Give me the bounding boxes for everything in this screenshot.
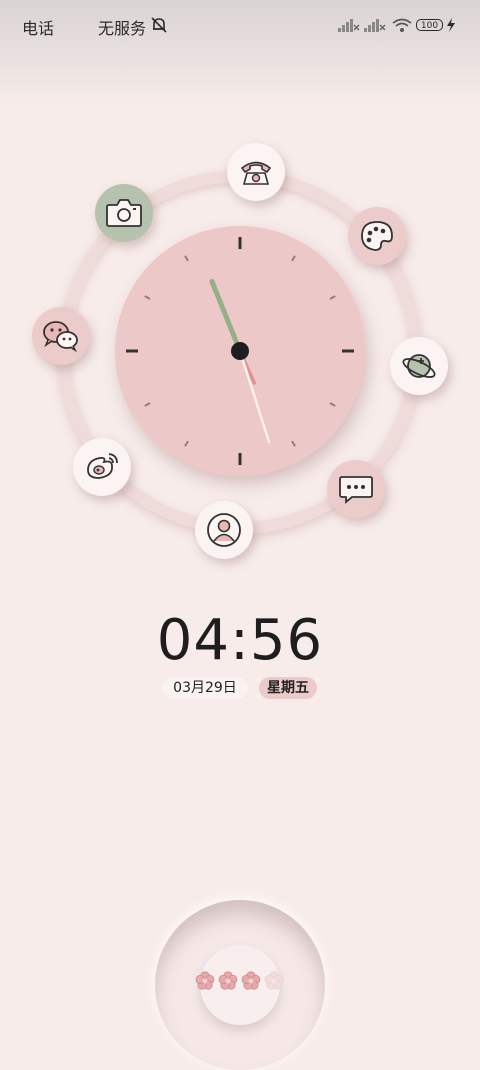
second-hand [238,349,271,444]
clock-tick [291,255,296,262]
clock-tick [329,295,336,300]
page-dot[interactable] [264,971,284,990]
weibo-icon [87,453,118,479]
page-dot[interactable] [241,971,261,990]
clock-tick [329,402,336,407]
charging-bolt-icon [447,18,455,32]
clock-tick [184,440,189,447]
digital-time: 04:56 [156,608,324,673]
wifi-icon [392,18,412,32]
carrier-label-1: 电话 [22,19,55,38]
palette-app[interactable] [348,207,406,265]
browser-app[interactable] [390,337,448,395]
status-bar: 电话 无服务 100 [0,0,480,50]
mute-bell-icon [151,17,167,33]
clock-tick [144,402,151,407]
weibo-app[interactable] [73,438,131,496]
clock-tick [184,255,189,262]
contact-icon [207,513,241,547]
phone-icon [240,161,272,185]
page-dot[interactable] [195,971,215,990]
clock-tick [144,295,151,300]
clock-center-dot [231,342,249,360]
message-icon [339,476,373,504]
wechat-app[interactable] [32,307,90,365]
signal-2-icon [364,19,386,32]
contacts-app[interactable] [195,501,253,559]
clock-tick [291,440,296,447]
planet-icon [402,354,436,378]
camera-icon [106,199,142,227]
page-indicator[interactable] [194,968,286,994]
weekday-label: 星期五 [259,677,317,699]
wechat-icon [43,321,78,353]
camera-app[interactable] [95,184,153,242]
signal-1-icon [338,19,360,32]
palette-icon [361,221,393,251]
messages-app[interactable] [327,460,385,518]
hour-hand [209,278,243,354]
phone-app[interactable] [227,143,285,201]
carrier-label-2: 无服务 [98,19,147,38]
date-label: 03月29日 [162,677,248,699]
page-dot[interactable] [218,971,238,990]
analog-clock[interactable] [115,226,365,476]
battery-indicator: 100 [416,19,443,31]
clock-face [126,237,354,465]
